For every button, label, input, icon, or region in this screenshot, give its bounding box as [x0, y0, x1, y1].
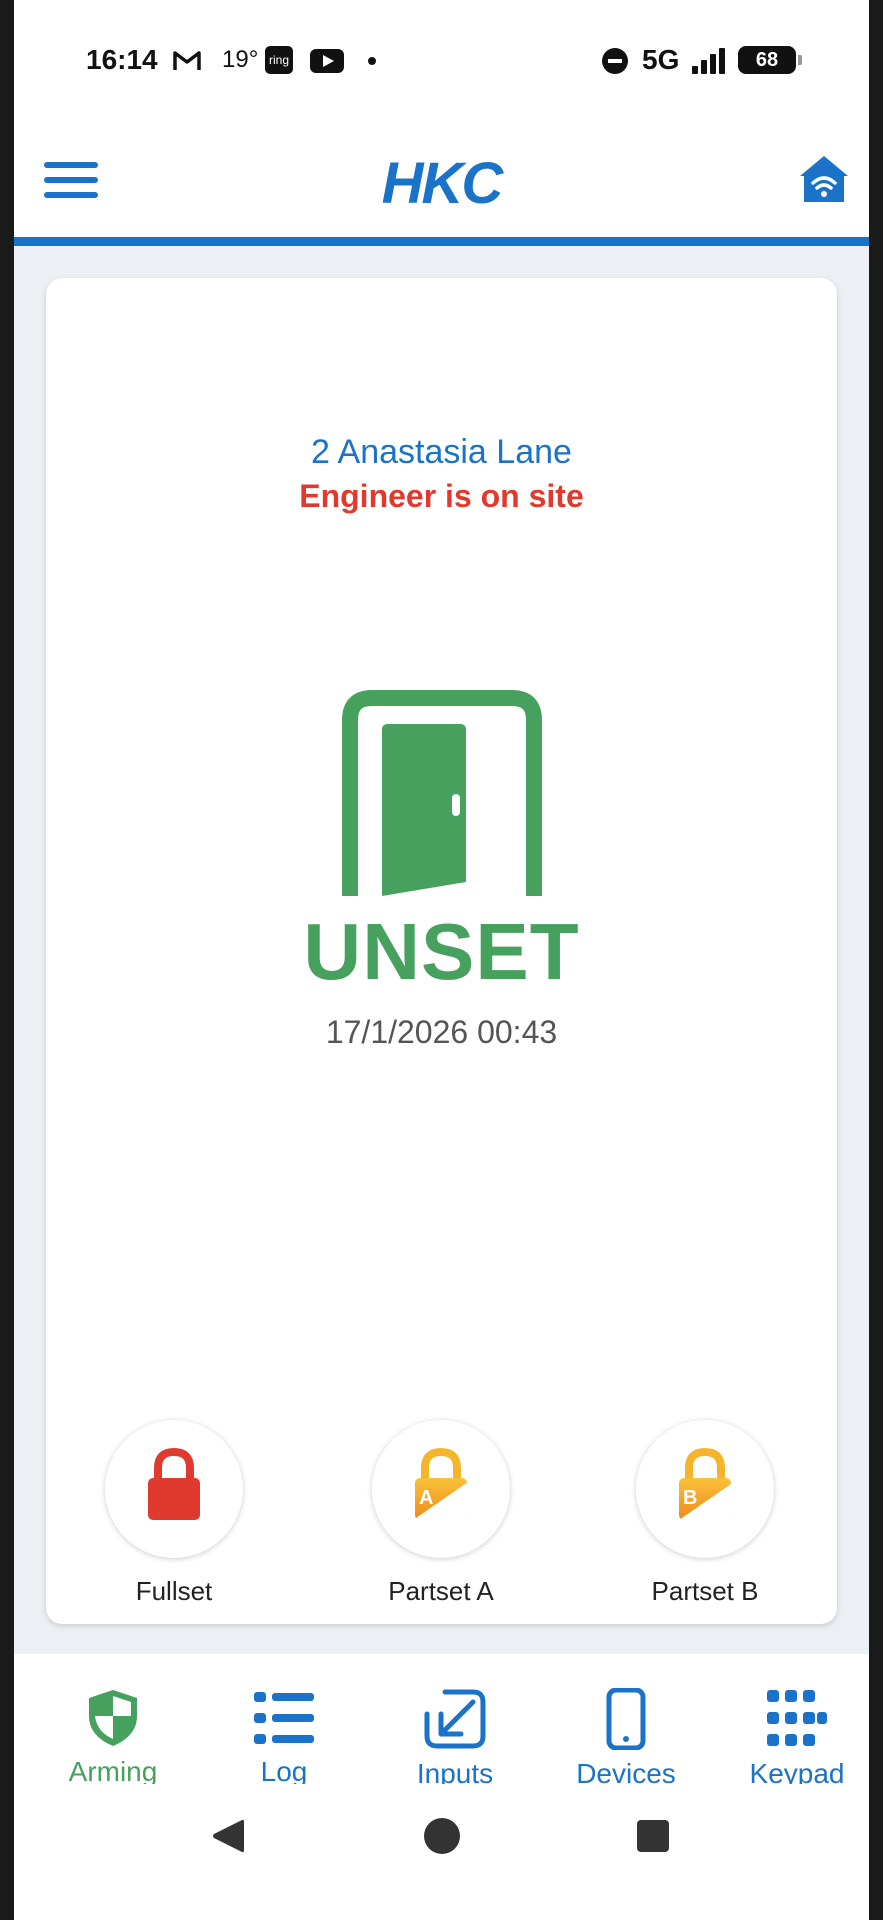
partset-b-circle[interactable]: B	[636, 1420, 774, 1558]
battery-icon: 68	[738, 46, 802, 74]
signal-icon	[690, 46, 726, 74]
gmail-icon	[173, 51, 201, 70]
arming-card: 2 Anastasia Lane Engineer is on site UNS…	[46, 278, 837, 1624]
input-arrow-icon	[424, 1689, 486, 1749]
bottom-navigation: Arming Log Inputs Devices Keypad	[14, 1654, 869, 1789]
network-type: 5G	[642, 44, 680, 75]
nav-keypad[interactable]: Keypad	[732, 1688, 862, 1790]
list-icon	[254, 1692, 314, 1744]
youtube-icon	[310, 49, 344, 73]
ring-icon: ring	[265, 46, 293, 74]
nav-inputs[interactable]: Inputs	[390, 1688, 520, 1790]
padlock-a-icon: A	[414, 1448, 468, 1521]
more-notifications-dot	[368, 57, 376, 65]
do-not-disturb-icon	[602, 48, 628, 74]
home-wifi-icon[interactable]	[798, 154, 850, 204]
header-divider	[14, 237, 869, 246]
partset-a-button[interactable]: A Partset A	[371, 1420, 511, 1607]
padlock-b-icon: B	[679, 1448, 731, 1520]
partset-a-label: Partset A	[388, 1576, 494, 1606]
recents-icon[interactable]	[635, 1816, 671, 1856]
svg-text:A: A	[419, 1487, 433, 1509]
site-name: 2 Anastasia Lane	[311, 433, 572, 471]
open-door-icon	[342, 690, 542, 896]
partset-a-circle[interactable]: A	[372, 1420, 510, 1558]
fullset-label: Fullset	[135, 1576, 213, 1606]
shield-icon	[89, 1690, 137, 1746]
back-icon[interactable]	[210, 1816, 246, 1856]
nav-log[interactable]: Log	[219, 1688, 349, 1788]
phone-icon	[606, 1688, 646, 1750]
status-time: 16:14	[86, 44, 158, 75]
system-navigation-bar	[14, 1784, 869, 1920]
fullset-button[interactable]: Fullset	[104, 1420, 244, 1607]
partset-b-button[interactable]: B Partset B	[635, 1420, 775, 1607]
red-padlock-icon	[148, 1448, 200, 1520]
fullset-circle[interactable]	[105, 1420, 243, 1558]
nav-arming[interactable]: Arming	[48, 1688, 178, 1788]
nav-devices[interactable]: Devices	[561, 1688, 691, 1790]
keypad-icon	[767, 1690, 827, 1746]
phone-screen: 16:14 19° ring 5G 68 HKC 2 Anastasia Lan…	[14, 0, 869, 1920]
system-state-label: UNSET	[303, 907, 580, 996]
hkc-logo: HKC	[381, 151, 504, 216]
svg-text:B: B	[683, 1487, 697, 1509]
partset-b-label: Partset B	[651, 1576, 759, 1606]
home-icon[interactable]	[422, 1816, 462, 1856]
app-header: HKC	[14, 120, 869, 237]
status-temperature: 19°	[222, 46, 259, 73]
system-state-timestamp: 17/1/2026 00:43	[325, 1014, 558, 1050]
site-status-message: Engineer is on site	[299, 478, 584, 514]
status-bar: 16:14 19° ring 5G 68	[14, 0, 869, 120]
